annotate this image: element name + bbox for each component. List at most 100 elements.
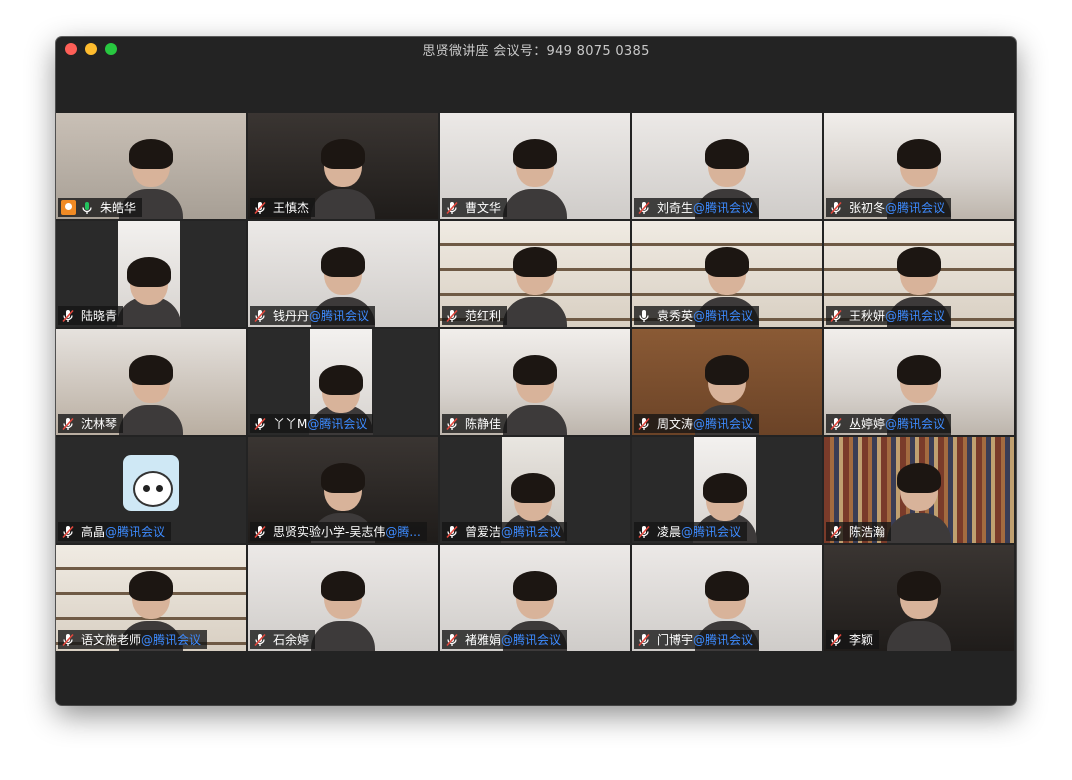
participant-name-label: 沈林琴 [58, 414, 124, 433]
participant-name-label: 曾爱洁 @腾讯会议 [442, 522, 568, 541]
participant-person [311, 139, 375, 219]
participant-tile[interactable]: 张初冬 @腾讯会议 [824, 113, 1014, 219]
participant-source: @腾讯会议 [309, 309, 370, 323]
participant-name: 凌晨 [657, 525, 682, 539]
participant-name-label: 袁秀英 @腾讯会议 [634, 306, 760, 325]
close-button[interactable] [65, 43, 77, 55]
mic-muted-icon [445, 525, 459, 539]
mic-muted-icon [253, 525, 267, 539]
participant-name-label: 思贤实验小学-吴志伟 @腾... [250, 522, 427, 541]
participant-tile[interactable]: 李颖 [824, 545, 1014, 651]
participant-tile[interactable]: 语文施老师 @腾讯会议 [56, 545, 246, 651]
participant-name: 曹文华 [465, 201, 502, 215]
participant-name: 高晶 [81, 525, 106, 539]
participant-tile[interactable]: 袁秀英 @腾讯会议 [632, 221, 822, 327]
participant-tile[interactable]: 朱皓华 [56, 113, 246, 219]
participant-name-label: 王秋妍 @腾讯会议 [826, 306, 952, 325]
participant-tile[interactable]: 曹文华 [440, 113, 630, 219]
mic-muted-icon [445, 309, 459, 323]
host-icon [61, 200, 76, 215]
mic-icon [80, 201, 94, 215]
mic-muted-icon [253, 309, 267, 323]
participant-name-label: 王慎杰 [250, 198, 316, 217]
participant-name-label: 陈静佳 [442, 414, 508, 433]
mic-muted-icon [637, 525, 651, 539]
participant-source: @腾讯会议 [681, 525, 742, 539]
participant-source: @腾讯会议 [693, 201, 754, 215]
mic-muted-icon [829, 633, 843, 647]
participant-name-label: 陈浩瀚 [826, 522, 892, 541]
participant-tile[interactable]: 刘奇生 @腾讯会议 [632, 113, 822, 219]
participant-name-label: 褚雅娟 @腾讯会议 [442, 630, 568, 649]
participant-tile[interactable]: 陆晓青 [56, 221, 246, 327]
participant-person [119, 355, 183, 435]
mic-muted-icon [829, 417, 843, 431]
mic-muted-icon [637, 417, 651, 431]
mic-muted-icon [61, 525, 75, 539]
participant-source: @腾讯会议 [885, 201, 946, 215]
participant-name: 周文涛 [657, 417, 694, 431]
mic-muted-icon [445, 417, 459, 431]
participant-tile[interactable]: 钱丹丹 @腾讯会议 [248, 221, 438, 327]
participant-name-label: 丫丫M @腾讯会议 [250, 414, 374, 433]
mic-muted-icon [445, 633, 459, 647]
participant-source: @腾讯会议 [885, 417, 946, 431]
participant-source: @腾讯会议 [501, 525, 562, 539]
participant-name-label: 语文施老师 @腾讯会议 [58, 630, 208, 649]
participant-tile[interactable]: 思贤实验小学-吴志伟 @腾... [248, 437, 438, 543]
mic-muted-icon [829, 201, 843, 215]
participant-person [887, 571, 951, 651]
participant-name: 丫丫M [273, 417, 308, 431]
mic-muted-icon [61, 633, 75, 647]
mic-muted-icon [61, 417, 75, 431]
participant-person [503, 139, 567, 219]
participant-name-label: 曹文华 [442, 198, 508, 217]
participant-name-label: 丛婷婷 @腾讯会议 [826, 414, 952, 433]
participant-source: @腾讯会议 [501, 633, 562, 647]
participant-name-label: 高晶 @腾讯会议 [58, 522, 172, 541]
participant-person [117, 257, 181, 327]
participant-tile[interactable]: 门博宇 @腾讯会议 [632, 545, 822, 651]
participant-name: 张初冬 [849, 201, 886, 215]
participant-source: @腾讯会议 [693, 633, 754, 647]
participant-name: 沈林琴 [81, 417, 118, 431]
mic-muted-icon [637, 201, 651, 215]
participant-tile[interactable]: 王秋妍 @腾讯会议 [824, 221, 1014, 327]
mic-muted-icon [637, 633, 651, 647]
participant-person [311, 571, 375, 651]
participant-tile[interactable]: 凌晨 @腾讯会议 [632, 437, 822, 543]
zoom-button[interactable] [105, 43, 117, 55]
participant-name: 陈浩瀚 [849, 525, 886, 539]
mic-muted-icon [829, 309, 843, 323]
participant-name: 语文施老师 [81, 633, 142, 647]
participant-name: 范红利 [465, 309, 502, 323]
mic-muted-icon [253, 417, 267, 431]
participant-source: @腾讯会议 [693, 309, 754, 323]
participant-person [503, 355, 567, 435]
participant-tile[interactable]: 高晶 @腾讯会议 [56, 437, 246, 543]
participant-source: @腾讯会议 [105, 525, 166, 539]
participant-tile[interactable]: 曾爱洁 @腾讯会议 [440, 437, 630, 543]
participant-source: @腾讯会议 [307, 417, 368, 431]
participant-tile[interactable]: 陈浩瀚 [824, 437, 1014, 543]
participant-source: @腾讯会议 [693, 417, 754, 431]
participant-tile[interactable]: 范红利 [440, 221, 630, 327]
participant-name: 陈静佳 [465, 417, 502, 431]
participant-name: 思贤实验小学-吴志伟 [273, 525, 386, 539]
participant-name-label: 范红利 [442, 306, 508, 325]
mic-muted-icon [61, 309, 75, 323]
participant-tile[interactable]: 陈静佳 [440, 329, 630, 435]
participant-tile[interactable]: 石余婷 [248, 545, 438, 651]
participant-tile[interactable]: 丫丫M @腾讯会议 [248, 329, 438, 435]
participant-tile[interactable]: 周文涛 @腾讯会议 [632, 329, 822, 435]
participant-tile[interactable]: 沈林琴 [56, 329, 246, 435]
participant-tile[interactable]: 褚雅娟 @腾讯会议 [440, 545, 630, 651]
participant-name: 曾爱洁 [465, 525, 502, 539]
participant-tile[interactable]: 丛婷婷 @腾讯会议 [824, 329, 1014, 435]
participant-tile[interactable]: 王慎杰 [248, 113, 438, 219]
participant-name-label: 石余婷 [250, 630, 316, 649]
minimize-button[interactable] [85, 43, 97, 55]
participant-name: 丛婷婷 [849, 417, 886, 431]
participant-name-label: 门博宇 @腾讯会议 [634, 630, 760, 649]
participant-name: 石余婷 [273, 633, 310, 647]
